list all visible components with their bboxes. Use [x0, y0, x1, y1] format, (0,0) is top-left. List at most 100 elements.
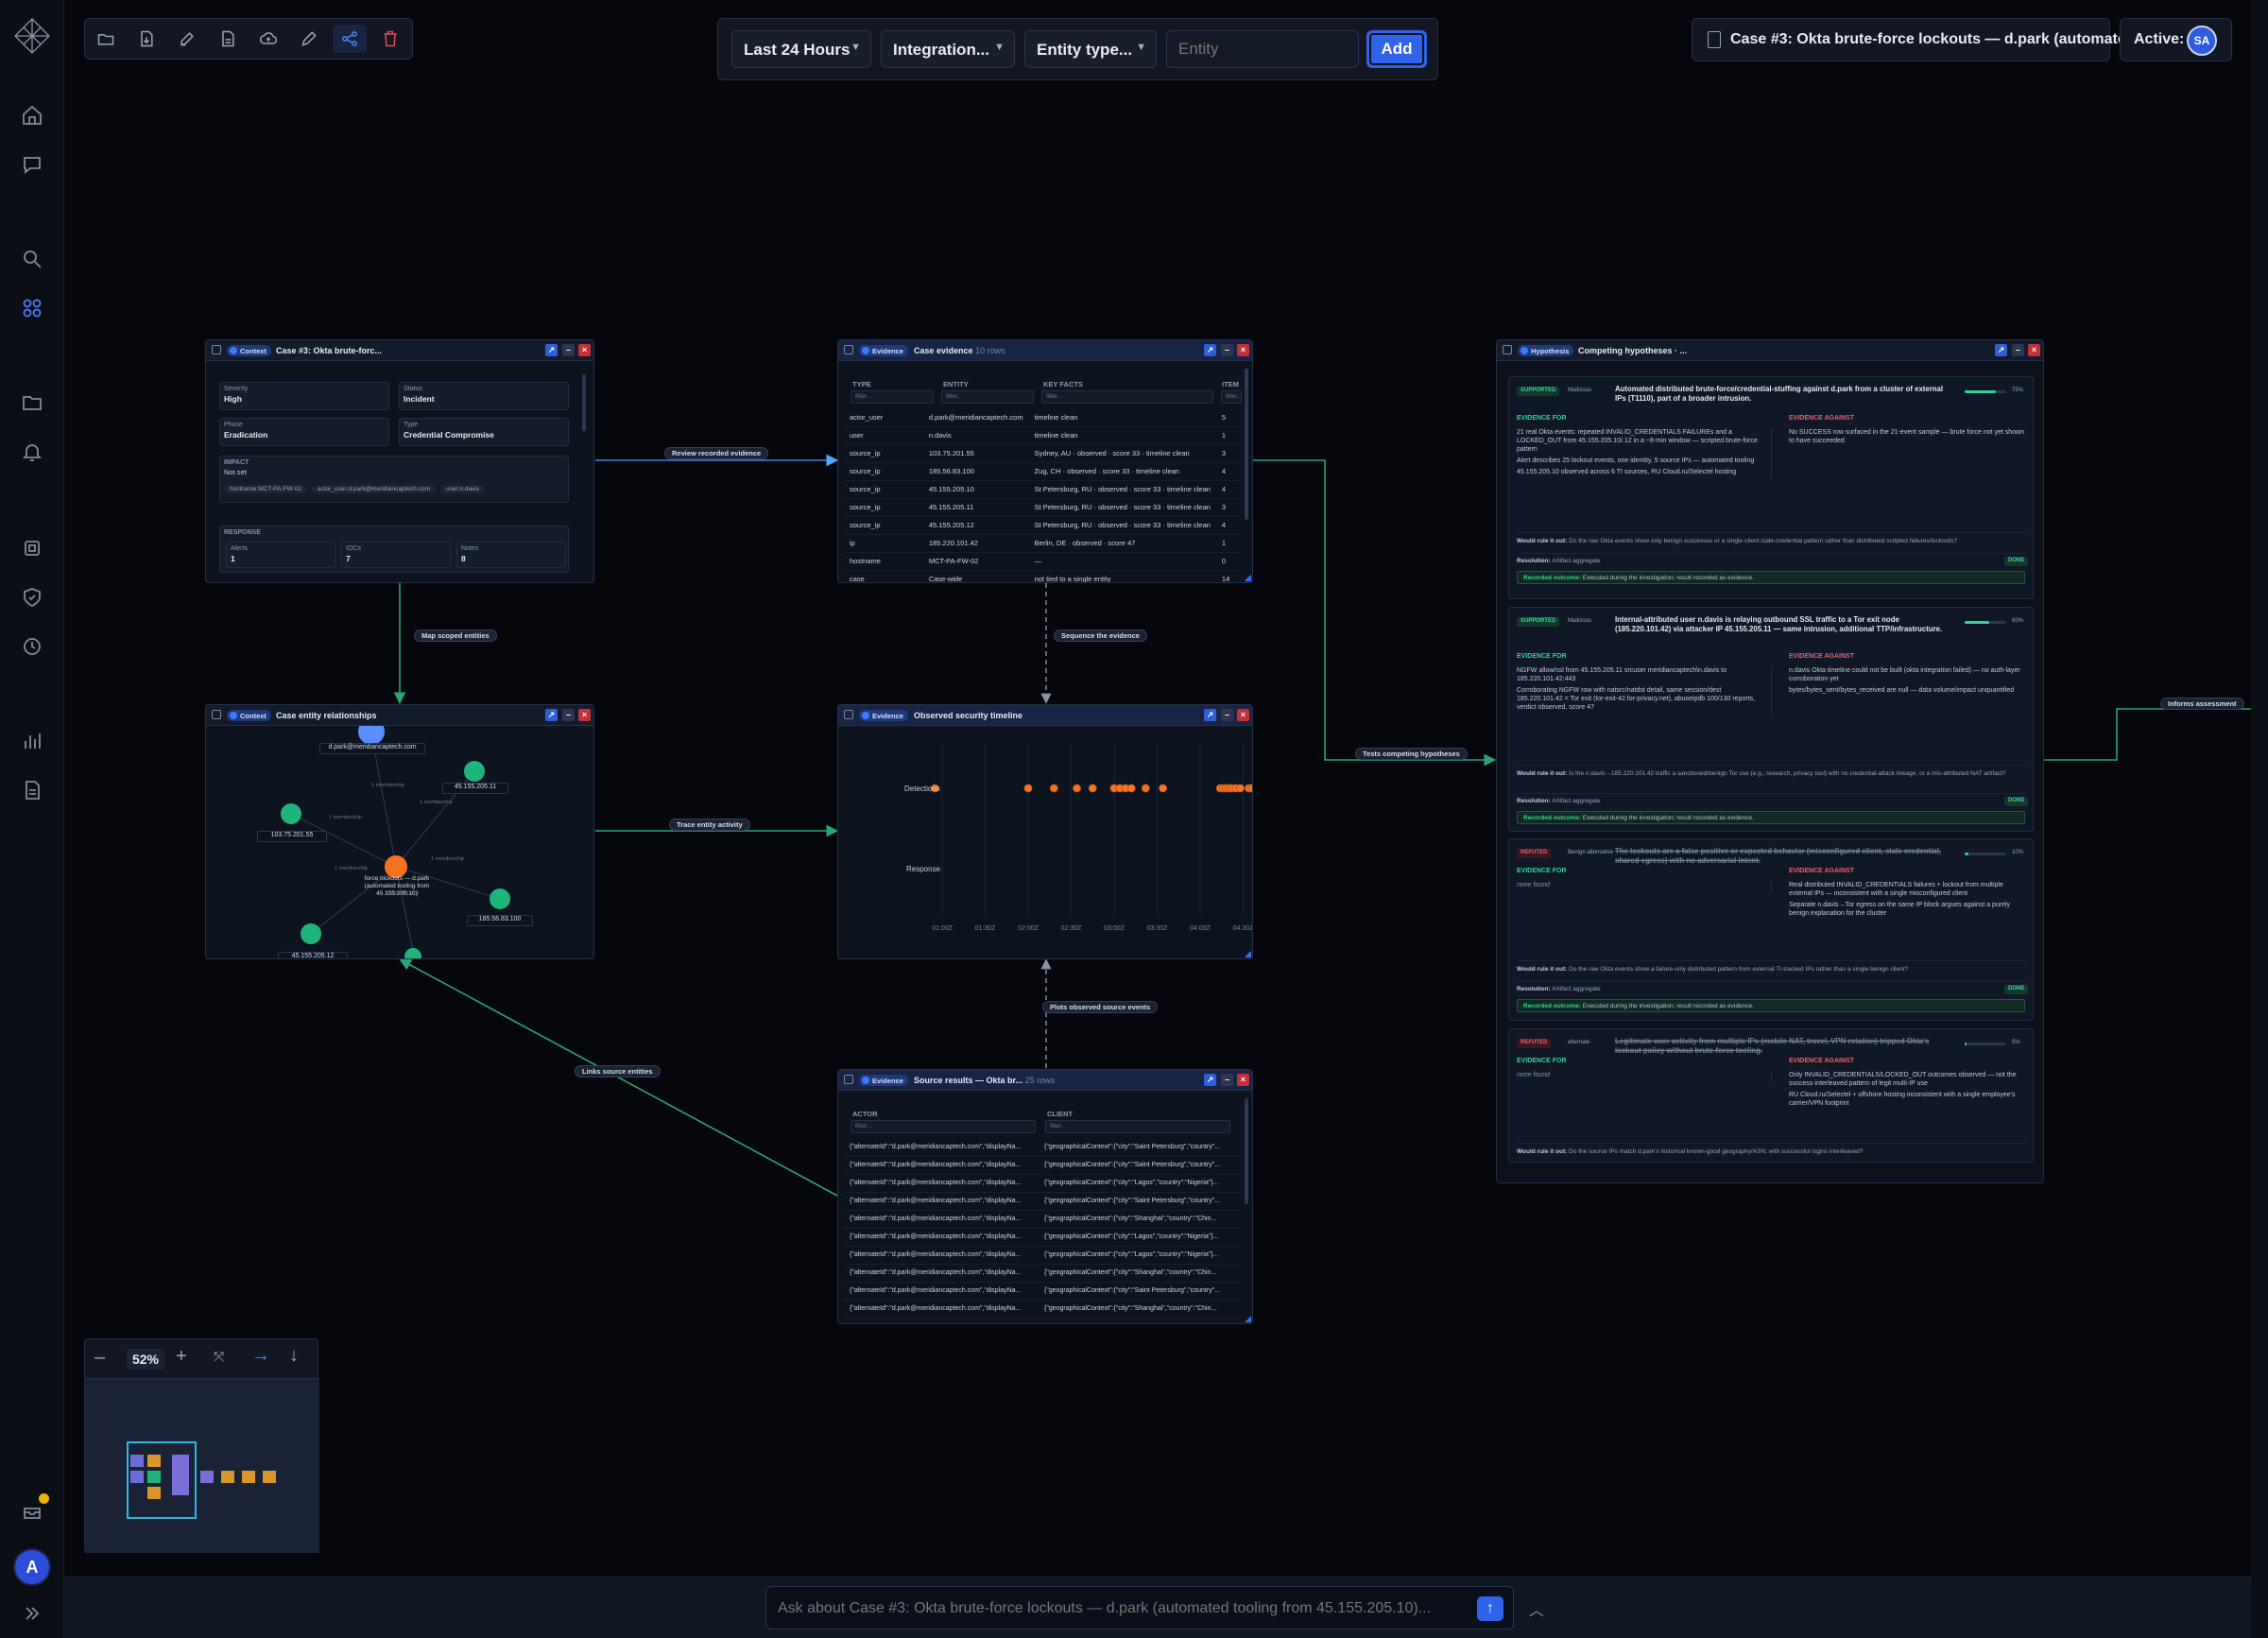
drag-handle-icon[interactable]	[212, 345, 221, 354]
clock-icon[interactable]	[19, 633, 45, 660]
close-icon[interactable]: ×	[1237, 1074, 1249, 1086]
panel-header[interactable]: Context Case #3: Okta brute-forc... ↗ – …	[206, 340, 593, 361]
table-row[interactable]: {"alternateId":"d.park@meridiancaptech.c…	[844, 1210, 1241, 1229]
pencil-icon[interactable]	[292, 25, 326, 53]
scrollbar[interactable]	[582, 374, 586, 431]
open-icon[interactable]: ↗	[1995, 344, 2007, 356]
panel-header[interactable]: Evidence Case evidence 10 rows ↗ – ×	[838, 340, 1252, 361]
bell-icon[interactable]	[19, 439, 45, 465]
edit-icon[interactable]	[170, 25, 204, 53]
folder-icon[interactable]	[19, 389, 45, 416]
open-icon[interactable]: ↗	[1204, 709, 1216, 721]
user-avatar[interactable]: A	[13, 1548, 51, 1586]
table-row[interactable]: {"alternateId":"d.park@meridiancaptech.c…	[844, 1138, 1241, 1157]
column-header[interactable]: ACTOR	[852, 1110, 878, 1118]
evidence-panel[interactable]: Evidence Case evidence 10 rows ↗ – × TYP…	[837, 339, 1253, 583]
timeline-panel[interactable]: Evidence Observed security timeline ↗ – …	[837, 704, 1253, 959]
minimize-icon[interactable]: –	[562, 709, 575, 721]
close-icon[interactable]: ×	[578, 709, 591, 721]
fit-view-icon[interactable]: ⤧	[214, 1349, 224, 1365]
open-folder-icon[interactable]	[89, 25, 123, 53]
active-users[interactable]: Active: SA	[2120, 18, 2232, 61]
open-icon[interactable]: ↗	[545, 709, 558, 721]
column-header[interactable]: KEY FACTS	[1043, 380, 1083, 388]
scrollbar[interactable]	[1245, 369, 1248, 520]
close-icon[interactable]: ×	[2028, 344, 2040, 356]
cpu-icon[interactable]	[19, 535, 45, 561]
hypothesis-card[interactable]: SUPPORTED Malicious Automated distributed …	[1508, 376, 2034, 599]
table-row[interactable]: {"alternateId":"d.park@meridiancaptech.c…	[844, 1300, 1241, 1319]
entity-graph[interactable]	[206, 726, 594, 959]
minimize-icon[interactable]: –	[1221, 344, 1233, 356]
canvas-grid-icon[interactable]	[19, 295, 45, 321]
context-panel[interactable]: Context Case #3: Okta brute-forc... ↗ – …	[205, 339, 594, 583]
table-row[interactable]: source_ip 103.75.201.55 Sydney, AU · obser…	[844, 444, 1241, 463]
minimize-icon[interactable]: –	[2012, 344, 2024, 356]
filter-input[interactable]: filter...	[850, 1120, 1036, 1133]
timeline-chart[interactable]: 01:00Z 01:30Z 02:00Z 02:30Z 03:00Z 03:30Z 04:0…	[838, 726, 1253, 959]
active-user-avatar[interactable]: SA	[2187, 26, 2217, 56]
impact-chip[interactable]: hostname:MCT-PA-FW-02	[224, 485, 307, 493]
table-row[interactable]: source_ip 185.56.83.100 Zug, CH · observed…	[844, 462, 1241, 481]
resize-handle[interactable]	[1245, 1316, 1251, 1322]
drag-handle-icon[interactable]	[1503, 345, 1512, 354]
drag-handle-icon[interactable]	[212, 710, 221, 719]
integration-select[interactable]: Integration... ▼	[881, 30, 1015, 68]
home-icon[interactable]	[19, 102, 45, 129]
case-chip[interactable]: Case #3: Okta brute-force lockouts — d.p…	[1692, 18, 2148, 61]
panel-header[interactable]: Context Case entity relationships ↗ – ×	[206, 705, 593, 726]
minimize-icon[interactable]: –	[1221, 709, 1233, 721]
hypothesis-card[interactable]: SUPPORTED Malicious Internal-attributed us…	[1508, 607, 2034, 832]
resize-handle[interactable]	[1245, 951, 1251, 957]
document-icon[interactable]	[211, 25, 245, 53]
column-header[interactable]: TYPE	[852, 380, 871, 388]
table-row[interactable]: {"alternateId":"d.park@meridiancaptech.c…	[844, 1156, 1241, 1175]
app-logo[interactable]	[13, 17, 51, 55]
panel-header[interactable]: Evidence Source results — Okta br... 25 …	[838, 1070, 1252, 1091]
minimize-icon[interactable]: –	[1221, 1074, 1233, 1086]
filter-input[interactable]: filter...	[941, 390, 1034, 404]
column-header[interactable]: CLIENT	[1047, 1110, 1073, 1118]
column-header[interactable]: ITEM	[1222, 380, 1239, 388]
table-row[interactable]: {"alternateId":"d.park@meridiancaptech.c…	[844, 1282, 1241, 1301]
column-header[interactable]: ENTITY	[943, 380, 969, 388]
minimap[interactable]	[85, 1379, 319, 1553]
minimize-icon[interactable]: –	[562, 344, 575, 356]
close-icon[interactable]: ×	[1237, 344, 1249, 356]
table-row[interactable]: source_ip 45.155.205.10 St Petersburg, RU …	[844, 480, 1241, 499]
download-icon[interactable]	[129, 25, 163, 53]
table-row[interactable]: source_ip 45.155.205.12 St Petersburg, RU …	[844, 516, 1241, 535]
trash-icon[interactable]	[373, 25, 407, 53]
hypothesis-card[interactable]: REFUTED alternate Legitimate user activity…	[1508, 1028, 2034, 1163]
add-button[interactable]: Add	[1366, 30, 1427, 68]
table-row[interactable]: {"alternateId":"d.park@meridiancaptech.c…	[844, 1174, 1241, 1193]
zoom-level[interactable]: 52%	[127, 1349, 164, 1370]
chat-box[interactable]: ↑	[765, 1586, 1514, 1629]
shield-icon[interactable]	[19, 584, 45, 611]
time-range-select[interactable]: Last 24 Hours ▼	[731, 30, 871, 68]
open-icon[interactable]: ↗	[1204, 344, 1216, 356]
drag-handle-icon[interactable]	[844, 710, 853, 719]
chat-icon[interactable]	[19, 151, 45, 178]
filter-input[interactable]: filter...	[1041, 390, 1213, 404]
scrollbar[interactable]	[1245, 1098, 1248, 1204]
cloud-upload-icon[interactable]	[251, 25, 285, 53]
zoom-in-icon[interactable]: +	[176, 1346, 187, 1368]
panel-header[interactable]: Hypothesis Competing hypotheses · ... ↗ …	[1497, 340, 2043, 361]
open-icon[interactable]: ↗	[1204, 1074, 1216, 1086]
open-icon[interactable]: ↗	[545, 344, 558, 356]
source-results-panel[interactable]: Evidence Source results — Okta br... 25 …	[837, 1069, 1253, 1324]
hypothesis-card[interactable]: REFUTED Benign alternative The lockouts ar…	[1508, 838, 2034, 1021]
layout-vertical-icon[interactable]: ↓	[289, 1345, 299, 1367]
table-row[interactable]: user n.davis timeline clean 1	[844, 426, 1241, 445]
close-icon[interactable]: ×	[578, 344, 591, 356]
chevron-up-icon[interactable]: ︿	[1529, 1597, 1544, 1620]
table-row[interactable]: hostname MCT-PA-FW-02—0	[844, 552, 1241, 571]
table-row[interactable]: {"alternateId":"d.park@meridiancaptech.c…	[844, 1264, 1241, 1283]
bar-chart-icon[interactable]	[19, 728, 45, 754]
drag-handle-icon[interactable]	[844, 1075, 853, 1084]
graph-panel[interactable]: Context Case entity relationships ↗ – × …	[205, 704, 594, 959]
chat-input[interactable]	[778, 1596, 1458, 1621]
entity-input[interactable]	[1166, 30, 1359, 68]
filter-input[interactable]: filter...	[1221, 390, 1242, 404]
